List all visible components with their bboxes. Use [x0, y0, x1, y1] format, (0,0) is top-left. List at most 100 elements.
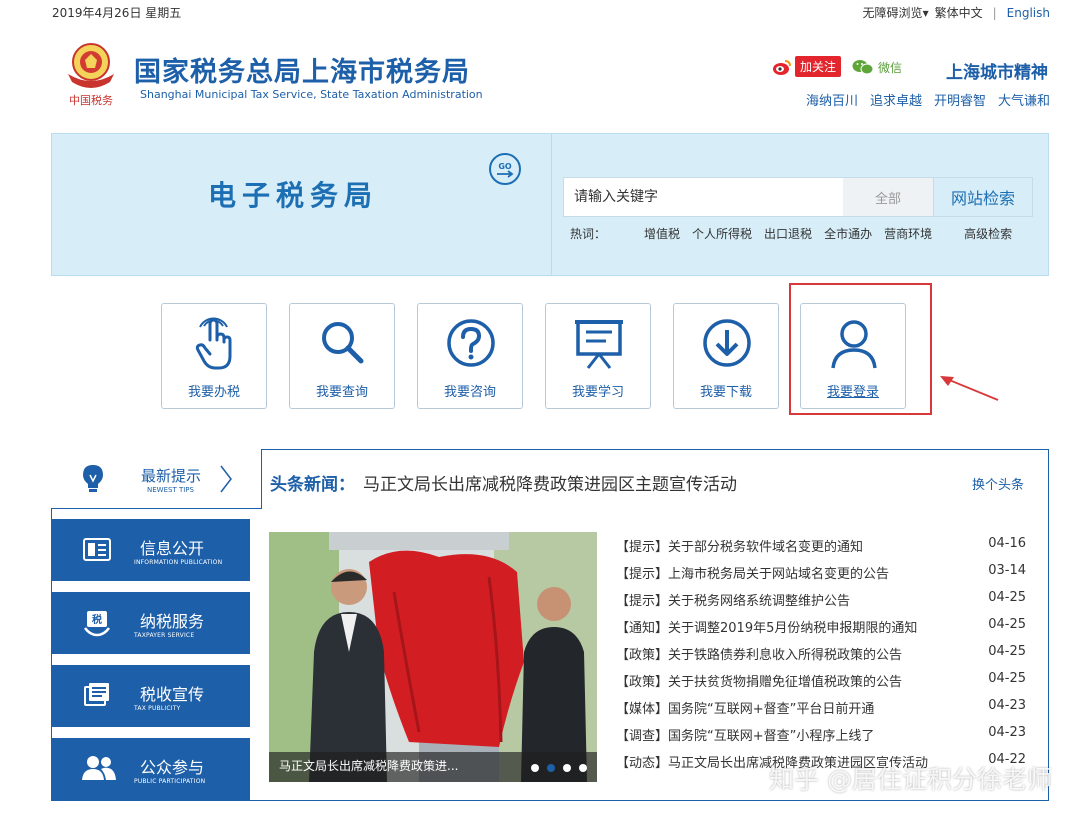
people-icon [82, 756, 116, 780]
svg-text:税: 税 [92, 613, 102, 626]
go-icon[interactable]: GO [488, 152, 522, 190]
news-date: 04-25 [988, 671, 1026, 686]
accessibility-link[interactable]: 无障碍浏览▾ [863, 4, 929, 21]
news-date: 04-25 [988, 644, 1026, 659]
news-title[interactable]: 关于扶贫货物捐赠免征增值税政策的公告 [668, 671, 980, 698]
news-tag: 【动态】 [616, 756, 669, 771]
quick-link-handle-tax[interactable]: 我要办税 [161, 303, 267, 409]
svg-text:GO: GO [498, 162, 512, 171]
site-title: 国家税务总局上海市税务局 [134, 57, 470, 88]
news-tag: 【通知】 [616, 621, 669, 636]
category-taxpayer-service[interactable]: 税 纳税服务 TAXPAYER SERVICE [52, 592, 250, 654]
presentation-icon [575, 320, 623, 369]
hot-word-link[interactable]: 增值税 [644, 225, 680, 242]
news-title[interactable]: 国务院“互联网+督查”小程序上线了 [668, 725, 980, 752]
tips-subtitle: NEWEST TIPS [147, 486, 194, 494]
advanced-search-link[interactable]: 高级检索 [964, 225, 1012, 242]
switch-headline-link[interactable]: 换个头条 [972, 474, 1024, 493]
category-english: PUBLIC PARTICIPATION [134, 778, 206, 785]
city-spirit-item: 大气谦和 [997, 94, 1050, 109]
login-highlight-box [789, 283, 932, 415]
category-english: TAX PUBLICITY [134, 705, 181, 712]
category-name: 公众参与 [140, 758, 205, 777]
news-tag: 【政策】 [616, 648, 669, 663]
news-list: 【提示】 关于部分税务软件域名变更的通知 04-16 【提示】 上海市税务局关于网站域… [616, 536, 1026, 779]
news-item[interactable]: 【提示】 关于税务网络系统调整维护公告 04-25 [616, 590, 1026, 617]
hot-word-link[interactable]: 出口退税 [764, 225, 812, 242]
news-item[interactable]: 【政策】 关于铁路债券利息收入所得税政策的公告 04-25 [616, 644, 1026, 671]
category-tax-publicity[interactable]: 税收宣传 TAX PUBLICITY [52, 665, 250, 727]
quick-link-consult[interactable]: 我要咨询 [417, 303, 523, 409]
wechat-icon [852, 60, 874, 75]
weibo-icon [773, 59, 791, 75]
category-english: INFORMATION PUBLICATION [134, 559, 223, 566]
hot-words: 热词： 增值税 个人所得税 出口退税 全市通办 营商环境 高级检索 [570, 225, 1012, 242]
news-tag: 【提示】 [616, 594, 669, 609]
top-links: 无障碍浏览▾ 繁体中文 | English [863, 4, 1050, 21]
lightbulb-icon [83, 465, 103, 492]
search-input[interactable] [564, 178, 843, 216]
news-item[interactable]: 【通知】 关于调整2019年5月份纳税申报期限的通知 04-25 [616, 617, 1026, 644]
news-title[interactable]: 关于调整2019年5月份纳税申报期限的通知 [668, 617, 980, 644]
news-item[interactable]: 【调查】 国务院“互联网+督查”小程序上线了 04-23 [616, 725, 1026, 752]
wechat-label: 微信 [878, 60, 903, 75]
tax-emblem-logo[interactable]: 中国税务 [58, 38, 124, 108]
category-name: 税收宣传 [140, 685, 205, 704]
city-spirit-item: 海纳百川 [805, 94, 858, 109]
slide-dot[interactable] [579, 764, 587, 772]
city-spirit-item: 追求卓越 [869, 94, 922, 109]
download-icon [703, 319, 751, 367]
category-name: 信息公开 [140, 539, 205, 558]
news-date: 04-23 [988, 725, 1026, 740]
search-icon [322, 322, 364, 364]
headline-news: 头条新闻： 马正文局长出席减税降费政策进园区主题宣传活动 [270, 470, 737, 495]
slide-dot-active[interactable] [547, 764, 555, 772]
news-title[interactable]: 关于部分税务软件域名变更的通知 [668, 536, 980, 563]
news-title[interactable]: 关于税务网络系统调整维护公告 [668, 590, 980, 617]
tips-title: 最新提示 [141, 467, 202, 485]
etax-banner: 电子税务局 GO 全部 网站检索 热词： 增值税 个人所得税 出口退税 全市通办… [51, 133, 1049, 276]
english-link[interactable]: English [1007, 6, 1050, 20]
news-title[interactable]: 上海市税务局关于网站域名变更的公告 [668, 563, 980, 590]
document-icon [83, 538, 111, 561]
news-item[interactable]: 【提示】 关于部分税务软件域名变更的通知 04-16 [616, 536, 1026, 563]
banner-divider [551, 134, 552, 275]
quick-link-query[interactable]: 我要查询 [289, 303, 395, 409]
news-tag: 【提示】 [616, 540, 669, 555]
slide-caption: 马正文局长出席减税降费政策进... [279, 759, 459, 773]
quick-link-download[interactable]: 我要下载 [673, 303, 779, 409]
photo-illustration [269, 532, 597, 782]
news-item[interactable]: 【提示】 上海市税务局关于网站域名变更的公告 03-14 [616, 563, 1026, 590]
site-search-button[interactable]: 网站检索 [933, 178, 1032, 216]
category-information-publication[interactable]: 信息公开 INFORMATION PUBLICATION [52, 519, 250, 581]
current-date: 2019年4月26日 星期五 [52, 6, 182, 20]
traditional-chinese-link[interactable]: 繁体中文 [935, 4, 983, 21]
category-public-participation[interactable]: 公众参与 PUBLIC PARTICIPATION [52, 738, 250, 800]
news-item[interactable]: 【媒体】 国务院“互联网+督查”平台日前开通 04-23 [616, 698, 1026, 725]
hot-word-link[interactable]: 全市通办 [824, 225, 872, 242]
headline-link[interactable]: 马正文局长出席减税降费政策进园区主题宣传活动 [363, 475, 737, 495]
news-item[interactable]: 【政策】 关于扶贫货物捐赠免征增值税政策的公告 04-25 [616, 671, 1026, 698]
newest-tips-tab[interactable]: 最新提示 NEWEST TIPS [51, 449, 262, 509]
news-title[interactable]: 国务院“互联网+督查”平台日前开通 [668, 698, 980, 725]
news-slideshow-photo[interactable]: 马正文局长出席减税降费政策进... [269, 532, 597, 782]
weibo-follow-button[interactable]: 加关注 [772, 56, 842, 77]
wechat-button[interactable]: 微信 [852, 58, 902, 76]
search-scope-select[interactable]: 全部 [843, 178, 933, 216]
annotation-arrow-icon [940, 376, 999, 401]
category-english: TAXPAYER SERVICE [134, 632, 195, 639]
hot-word-link[interactable]: 个人所得税 [692, 225, 752, 242]
quick-link-learn[interactable]: 我要学习 [545, 303, 651, 409]
etax-bureau-link[interactable]: 电子税务局 [208, 174, 378, 214]
hot-word-link[interactable]: 营商环境 [884, 225, 932, 242]
hot-words-label: 热词： [570, 227, 607, 241]
city-spirit-item: 开明睿智 [933, 94, 986, 109]
news-date: 04-25 [988, 590, 1026, 605]
slide-dot[interactable] [563, 764, 571, 772]
slide-dot[interactable] [531, 764, 539, 772]
tile-label: 我要查询 [315, 385, 368, 400]
news-tag: 【政策】 [616, 675, 669, 690]
news-title[interactable]: 关于铁路债券利息收入所得税政策的公告 [668, 644, 980, 671]
news-date: 04-25 [988, 617, 1026, 632]
chevron-right-icon [220, 465, 232, 493]
